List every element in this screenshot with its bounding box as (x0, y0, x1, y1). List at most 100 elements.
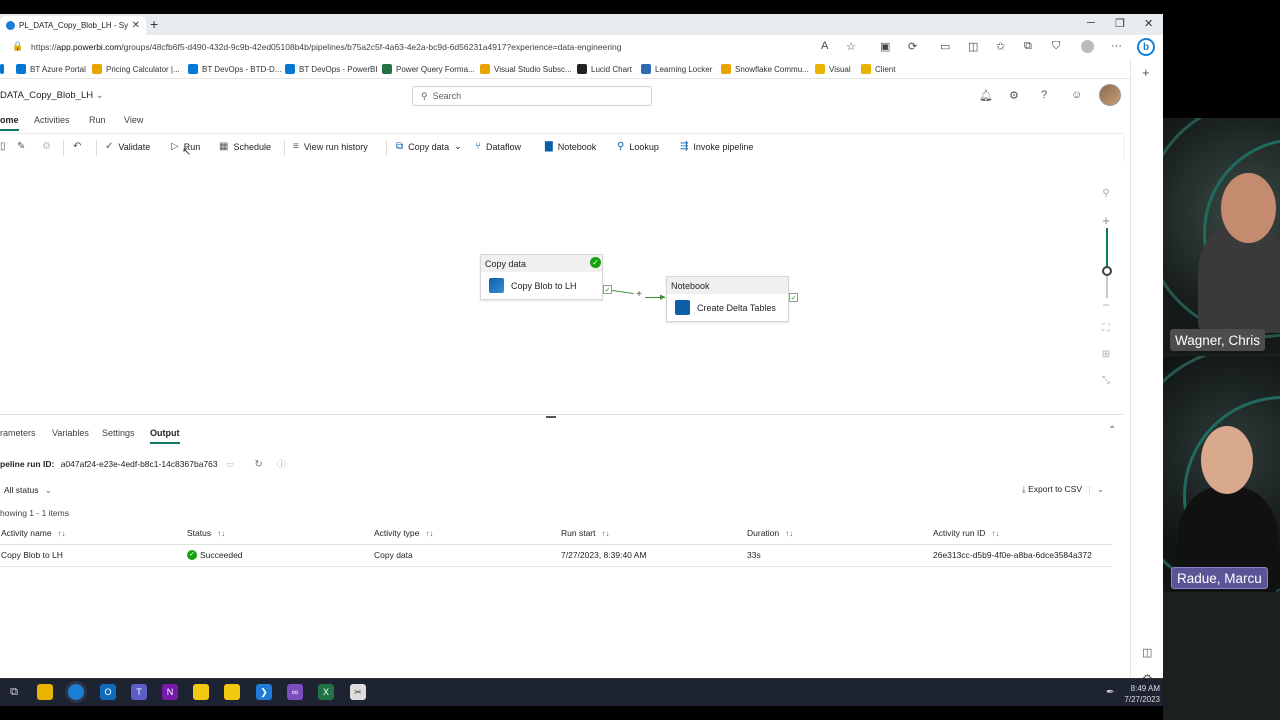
tab-activities[interactable]: Activities (34, 115, 70, 125)
column-header[interactable]: Activity run ID ↑↓ (932, 522, 1112, 545)
success-port-icon[interactable]: ✓ (603, 285, 612, 294)
collapse-icon[interactable]: ⤡ (1096, 375, 1116, 386)
help-icon[interactable]: ? (1041, 89, 1047, 101)
pen-icon[interactable]: ✒ (1106, 687, 1114, 698)
snipping-tool-icon[interactable]: ✂ (350, 684, 366, 700)
tab-view[interactable]: View (124, 115, 143, 125)
close-tab-icon[interactable]: ✕ (132, 20, 140, 31)
participant-video-tile[interactable]: Wagner, Chris (1163, 118, 1280, 354)
read-aloud-icon[interactable]: A (821, 40, 828, 52)
copy-data-activity[interactable]: Copy data Copy Blob to LH (480, 254, 603, 300)
view-run-history-button[interactable]: ≡ View run history (293, 141, 368, 152)
tab-output[interactable]: Output (150, 428, 180, 444)
tab-settings[interactable]: Settings (102, 428, 135, 438)
dataflow-button[interactable]: ⑂ Dataflow (475, 141, 521, 152)
zoom-out-icon[interactable]: − (1096, 298, 1116, 312)
bookmark-item[interactable]: Pricing Calculator |... (92, 64, 180, 74)
vscode-icon[interactable]: ❯ (256, 684, 272, 700)
schedule-button[interactable]: ▦ Schedule (219, 141, 271, 152)
success-port-icon[interactable]: ✓ (789, 293, 798, 302)
fit-to-screen-icon[interactable]: ⛶ (1096, 323, 1116, 334)
bookmark-item[interactable]: Lucid Chart (577, 64, 632, 74)
collapse-panel-icon[interactable]: ⌃ (1108, 425, 1116, 436)
file-explorer-icon[interactable] (37, 684, 53, 700)
favorite-star-icon[interactable]: ☆ (846, 40, 856, 53)
system-clock[interactable]: 8:49 AM 7/27/2023 (1118, 683, 1160, 705)
export-csv-button[interactable]: ⤓ Export to CSV | ⌄ (1022, 484, 1104, 495)
minimize-icon[interactable]: ─ (1087, 17, 1095, 29)
powerbi-icon[interactable] (224, 684, 240, 700)
new-tab-button[interactable]: + (150, 16, 158, 32)
favorites-icon[interactable]: ✩ (996, 40, 1005, 53)
sort-icon[interactable]: ↑↓ (991, 529, 999, 538)
search-canvas-icon[interactable]: ⚲ (1096, 188, 1116, 199)
gear-icon[interactable]: ⚙ (1009, 89, 1019, 102)
more-icon[interactable]: ··· (1111, 40, 1122, 52)
tab-parameters[interactable]: rameters (0, 428, 36, 438)
column-header[interactable]: Activity type ↑↓ (373, 522, 560, 545)
edit-button[interactable]: ✎ (17, 141, 25, 152)
bell-icon[interactable]: 🔔︎ (979, 89, 993, 102)
bookmark-folder[interactable]: Visual (815, 64, 851, 74)
refresh-icon[interactable]: ↻ (254, 459, 262, 470)
auto-align-icon[interactable]: ⊞ (1096, 349, 1116, 360)
column-header[interactable]: Activity name ↑↓ (0, 522, 186, 545)
bookmark-item[interactable]: Snowflake Commu... (721, 64, 809, 74)
user-avatar[interactable] (1099, 84, 1121, 106)
collections-icon[interactable]: ⧉ (1024, 40, 1032, 53)
close-window-icon[interactable]: ✕ (1144, 17, 1153, 30)
excel-icon[interactable]: X (318, 684, 334, 700)
pipeline-canvas[interactable]: Copy data Copy Blob to LH ✓ ✓ + ▶ Notebo… (0, 160, 1123, 414)
activity-name-cell[interactable]: Copy Blob to LH (0, 544, 186, 567)
browser-tab[interactable]: PL_DATA_Copy_Blob_LH - Synapse ✕ (0, 16, 146, 35)
bookmark-folder[interactable]: Client (861, 64, 895, 74)
status-filter-dropdown[interactable]: All status ⌄ (4, 485, 52, 496)
notebook-button[interactable]: ▇ Notebook (545, 141, 596, 152)
url-text[interactable]: https://app.powerbi.com/groups/48cfb6f5-… (31, 42, 622, 52)
task-view-icon[interactable]: ⧉ (6, 684, 22, 700)
validate-button[interactable]: ✓ Validate (105, 141, 150, 152)
screen-icon[interactable]: ▭ (940, 40, 950, 53)
onenote-icon[interactable]: N (162, 684, 178, 700)
bookmark-item[interactable]: Visual Studio Subsc... (480, 64, 572, 74)
chevron-down-icon[interactable]: ⌄ (1097, 484, 1104, 494)
copy-data-button[interactable]: ⧉ Copy data ⌄ (396, 141, 462, 152)
table-row[interactable]: Copy Blob to LH ✓ Succeeded Copy data 7/2… (0, 544, 1112, 567)
sort-icon[interactable]: ↑↓ (58, 529, 66, 538)
visual-studio-icon[interactable]: ∞ (287, 684, 303, 700)
notebook-activity[interactable]: Notebook Create Delta Tables (666, 276, 789, 322)
bookmark-partial[interactable] (0, 64, 4, 74)
teams-icon[interactable]: T (131, 684, 147, 700)
add-activity-icon[interactable]: + (634, 289, 644, 300)
tab-variables[interactable]: Variables (52, 428, 89, 438)
save-button[interactable]: ▯ (0, 141, 6, 152)
zoom-in-icon[interactable]: + (1096, 213, 1116, 228)
splitter-grip[interactable] (546, 416, 556, 418)
sort-icon[interactable]: ↑↓ (785, 529, 793, 538)
tab-home[interactable]: ome (0, 115, 19, 131)
profile-avatar[interactable] (1081, 40, 1094, 53)
bookmark-item[interactable]: Learning Locker (641, 64, 712, 74)
shield-icon[interactable]: ⛉ (1052, 40, 1060, 53)
bookmark-item[interactable]: BT DevOps - PowerBI (285, 64, 378, 74)
info-icon[interactable]: ⓘ (277, 459, 286, 469)
edge-icon[interactable] (68, 684, 84, 700)
undo-button[interactable]: ↶ (73, 141, 81, 152)
extension-icon[interactable]: ▣ (880, 40, 890, 53)
column-header[interactable]: Run start ↑↓ (560, 522, 746, 545)
participant-video-tile[interactable]: Radue, Marcu (1163, 356, 1280, 592)
bing-icon[interactable]: b (1137, 38, 1155, 56)
address-bar[interactable]: 🔒 https://app.powerbi.com/groups/48cfb6f… (0, 35, 1163, 59)
add-sidebar-icon[interactable]: + (1142, 65, 1150, 80)
bookmark-item[interactable]: BT Azure Portal (16, 64, 86, 74)
bookmark-item[interactable]: BT DevOps - BTD-D... (188, 64, 281, 74)
sort-icon[interactable]: ↑↓ (217, 529, 225, 538)
sidebar-toggle-icon[interactable]: ◫ (1142, 646, 1152, 659)
zoom-slider-handle[interactable] (1102, 266, 1112, 276)
pipeline-name[interactable]: DATA_Copy_Blob_LH ⌄ (0, 90, 104, 101)
restore-icon[interactable]: ❐ (1115, 17, 1125, 30)
lookup-button[interactable]: ⚲ Lookup (617, 141, 659, 152)
bookmark-item[interactable]: Power Query Forma... (382, 64, 475, 74)
copy-icon[interactable]: ▭ (226, 459, 234, 469)
zoom-slider[interactable] (1106, 228, 1108, 298)
